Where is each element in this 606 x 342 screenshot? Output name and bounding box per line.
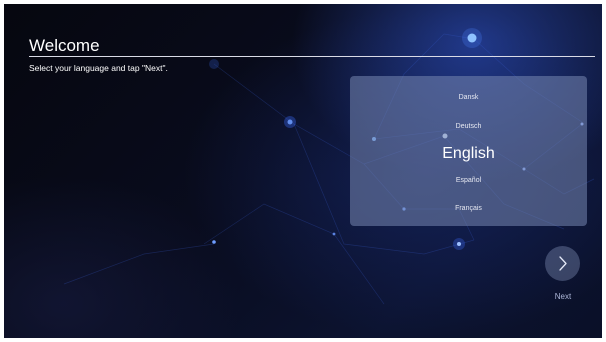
language-option-espanol[interactable]: Español (350, 176, 587, 186)
setup-screen: Welcome Select your language and tap "Ne… (4, 4, 602, 338)
language-option-deutsch[interactable]: Deutsch (350, 122, 587, 132)
page-subtitle: Select your language and tap "Next". (29, 63, 168, 73)
title-divider (29, 56, 595, 57)
next-button[interactable] (545, 246, 580, 281)
chevron-right-icon (559, 256, 567, 271)
language-option-dansk[interactable]: Dansk (350, 93, 587, 103)
language-option-francais[interactable]: Français (350, 204, 587, 214)
next-button-label[interactable]: Next (549, 292, 577, 301)
page-title: Welcome (29, 36, 100, 55)
language-option-english-selected[interactable]: English (350, 144, 587, 164)
language-picker[interactable]: Dansk Deutsch English Español Français (350, 76, 587, 226)
